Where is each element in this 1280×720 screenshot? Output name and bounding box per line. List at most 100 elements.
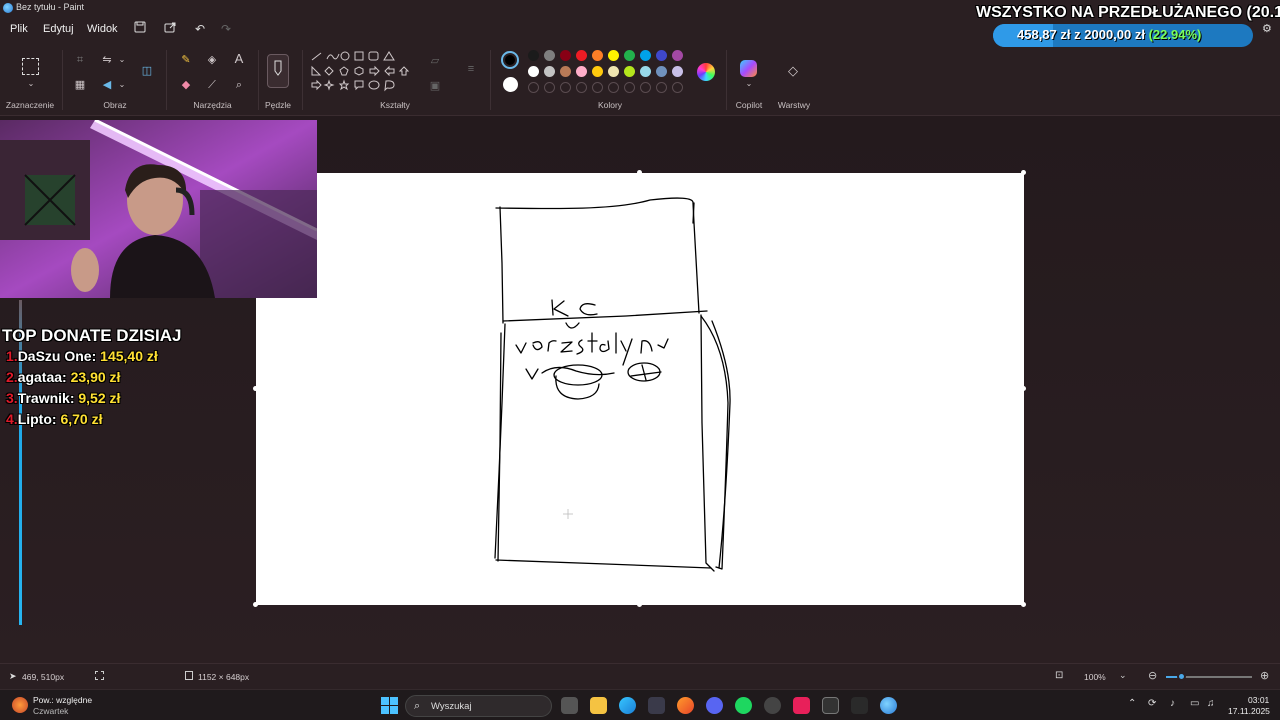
- sync-icon[interactable]: ⟳: [1148, 698, 1156, 709]
- discord-icon[interactable]: [706, 697, 723, 714]
- color-swatch[interactable]: [528, 50, 539, 61]
- store-icon[interactable]: [648, 697, 665, 714]
- pencil-icon[interactable]: ✎: [179, 53, 193, 67]
- custom-color-slot[interactable]: [672, 82, 683, 93]
- paint-taskbar-icon[interactable]: [880, 697, 897, 714]
- resize-handle[interactable]: [1021, 602, 1026, 607]
- brush-button[interactable]: [267, 54, 289, 88]
- magnifier-icon[interactable]: ⌕: [232, 78, 246, 92]
- color-swatch[interactable]: [544, 50, 555, 61]
- custom-color-slot[interactable]: [528, 82, 539, 93]
- line-width-icon[interactable]: ≡: [464, 62, 478, 76]
- primary-color-swatch[interactable]: [501, 51, 519, 69]
- redo-icon[interactable]: ↷: [218, 21, 234, 37]
- task-view-icon[interactable]: [561, 697, 578, 714]
- tiktok-icon[interactable]: [793, 697, 810, 714]
- color-swatch[interactable]: [560, 50, 571, 61]
- g-app-icon[interactable]: [851, 697, 868, 714]
- custom-color-slot[interactable]: [560, 82, 571, 93]
- resize-handle[interactable]: [253, 602, 258, 607]
- selection-rect-icon[interactable]: [22, 58, 39, 75]
- save-icon[interactable]: [132, 21, 148, 37]
- resize-handle[interactable]: [637, 170, 642, 175]
- outline-icon[interactable]: ▱: [428, 54, 442, 68]
- volume-icon[interactable]: ♫: [1207, 698, 1215, 709]
- color-swatch[interactable]: [656, 50, 667, 61]
- custom-color-slot[interactable]: [608, 82, 619, 93]
- custom-color-slot[interactable]: [624, 82, 635, 93]
- color-swatch[interactable]: [640, 66, 651, 77]
- obs-icon[interactable]: [764, 697, 781, 714]
- secondary-color-swatch[interactable]: [503, 77, 518, 92]
- resize-handle[interactable]: [1021, 170, 1026, 175]
- chevron-up-icon[interactable]: ⌃: [1128, 698, 1136, 709]
- resize-icon[interactable]: ⇋: [100, 53, 114, 67]
- fit-to-window-icon[interactable]: ⊡: [1055, 670, 1063, 681]
- resize-handle[interactable]: [1021, 386, 1026, 391]
- color-swatch[interactable]: [592, 66, 603, 77]
- windows-start-icon[interactable]: [381, 697, 398, 714]
- custom-color-slot[interactable]: [656, 82, 667, 93]
- color-swatch[interactable]: [672, 50, 683, 61]
- chevron-down-icon[interactable]: ⌄: [24, 77, 38, 91]
- resize-handle[interactable]: [637, 602, 642, 607]
- menu-file[interactable]: Plik: [10, 23, 28, 35]
- file-explorer-icon[interactable]: [590, 697, 607, 714]
- select-all-icon[interactable]: ▦: [73, 78, 87, 92]
- color-swatch[interactable]: [640, 50, 651, 61]
- color-swatch[interactable]: [624, 50, 635, 61]
- custom-color-slot[interactable]: [576, 82, 587, 93]
- color-swatch[interactable]: [576, 66, 587, 77]
- clock-time[interactable]: 03:01: [1248, 695, 1269, 705]
- color-swatch[interactable]: [656, 66, 667, 77]
- spotify-icon[interactable]: [735, 697, 752, 714]
- color-swatch[interactable]: [576, 50, 587, 61]
- layers-icon[interactable]: ◇: [786, 64, 800, 78]
- zoom-in-icon[interactable]: ⊕: [1260, 669, 1269, 682]
- custom-color-slot[interactable]: [544, 82, 555, 93]
- color-swatch[interactable]: [560, 66, 571, 77]
- chevron-down-icon[interactable]: ⌄: [1119, 670, 1127, 681]
- weather-icon[interactable]: [12, 697, 28, 713]
- menu-view[interactable]: Widok: [87, 23, 118, 35]
- menu-edit[interactable]: Edytuj: [43, 23, 74, 35]
- firefox-icon[interactable]: [677, 697, 694, 714]
- text-icon[interactable]: A: [232, 52, 246, 66]
- chevron-down-icon[interactable]: ⌄: [742, 77, 756, 91]
- color-swatch[interactable]: [624, 66, 635, 77]
- settings-gear-icon[interactable]: ⚙: [1262, 22, 1272, 35]
- crop-icon[interactable]: ⌗: [73, 53, 87, 67]
- drawing-canvas[interactable]: [253, 170, 1026, 607]
- eraser-icon[interactable]: ◆: [179, 78, 193, 92]
- chevron-down-icon[interactable]: ⌄: [115, 78, 129, 92]
- network-icon[interactable]: ▭: [1190, 698, 1199, 709]
- image-ai-icon[interactable]: ◫: [140, 64, 154, 78]
- chevron-down-icon[interactable]: ⌄: [115, 53, 129, 67]
- color-picker-icon[interactable]: ⟋: [205, 78, 219, 92]
- undo-icon[interactable]: ↶: [192, 21, 208, 37]
- color-swatch[interactable]: [544, 66, 555, 77]
- clock-date[interactable]: 17.11.2025: [1228, 706, 1270, 716]
- color-swatch[interactable]: [608, 66, 619, 77]
- custom-color-slot[interactable]: [592, 82, 603, 93]
- rotate-icon[interactable]: ◀: [100, 78, 114, 92]
- fill-bucket-icon[interactable]: ◈: [205, 53, 219, 67]
- zoom-level[interactable]: 100%: [1084, 672, 1106, 682]
- color-swatch[interactable]: [672, 66, 683, 77]
- color-swatch[interactable]: [608, 50, 619, 61]
- taskbar-search[interactable]: ⌕ Wyszukaj: [405, 695, 552, 717]
- microphone-icon[interactable]: ♪: [1170, 698, 1175, 709]
- color-swatch[interactable]: [592, 50, 603, 61]
- shapes-gallery[interactable]: [308, 50, 412, 100]
- epic-games-icon[interactable]: [822, 697, 839, 714]
- copilot-icon[interactable]: [740, 60, 757, 77]
- zoom-slider-thumb[interactable]: [1177, 672, 1186, 681]
- color-swatch[interactable]: [528, 66, 539, 77]
- share-icon[interactable]: [162, 21, 178, 37]
- custom-color-slot[interactable]: [640, 82, 651, 93]
- zoom-out-icon[interactable]: ⊖: [1148, 669, 1157, 682]
- color-wheel-icon[interactable]: [697, 63, 715, 81]
- fill-icon[interactable]: ▣: [428, 79, 442, 93]
- resize-handle[interactable]: [253, 386, 258, 391]
- edge-icon[interactable]: [619, 697, 636, 714]
